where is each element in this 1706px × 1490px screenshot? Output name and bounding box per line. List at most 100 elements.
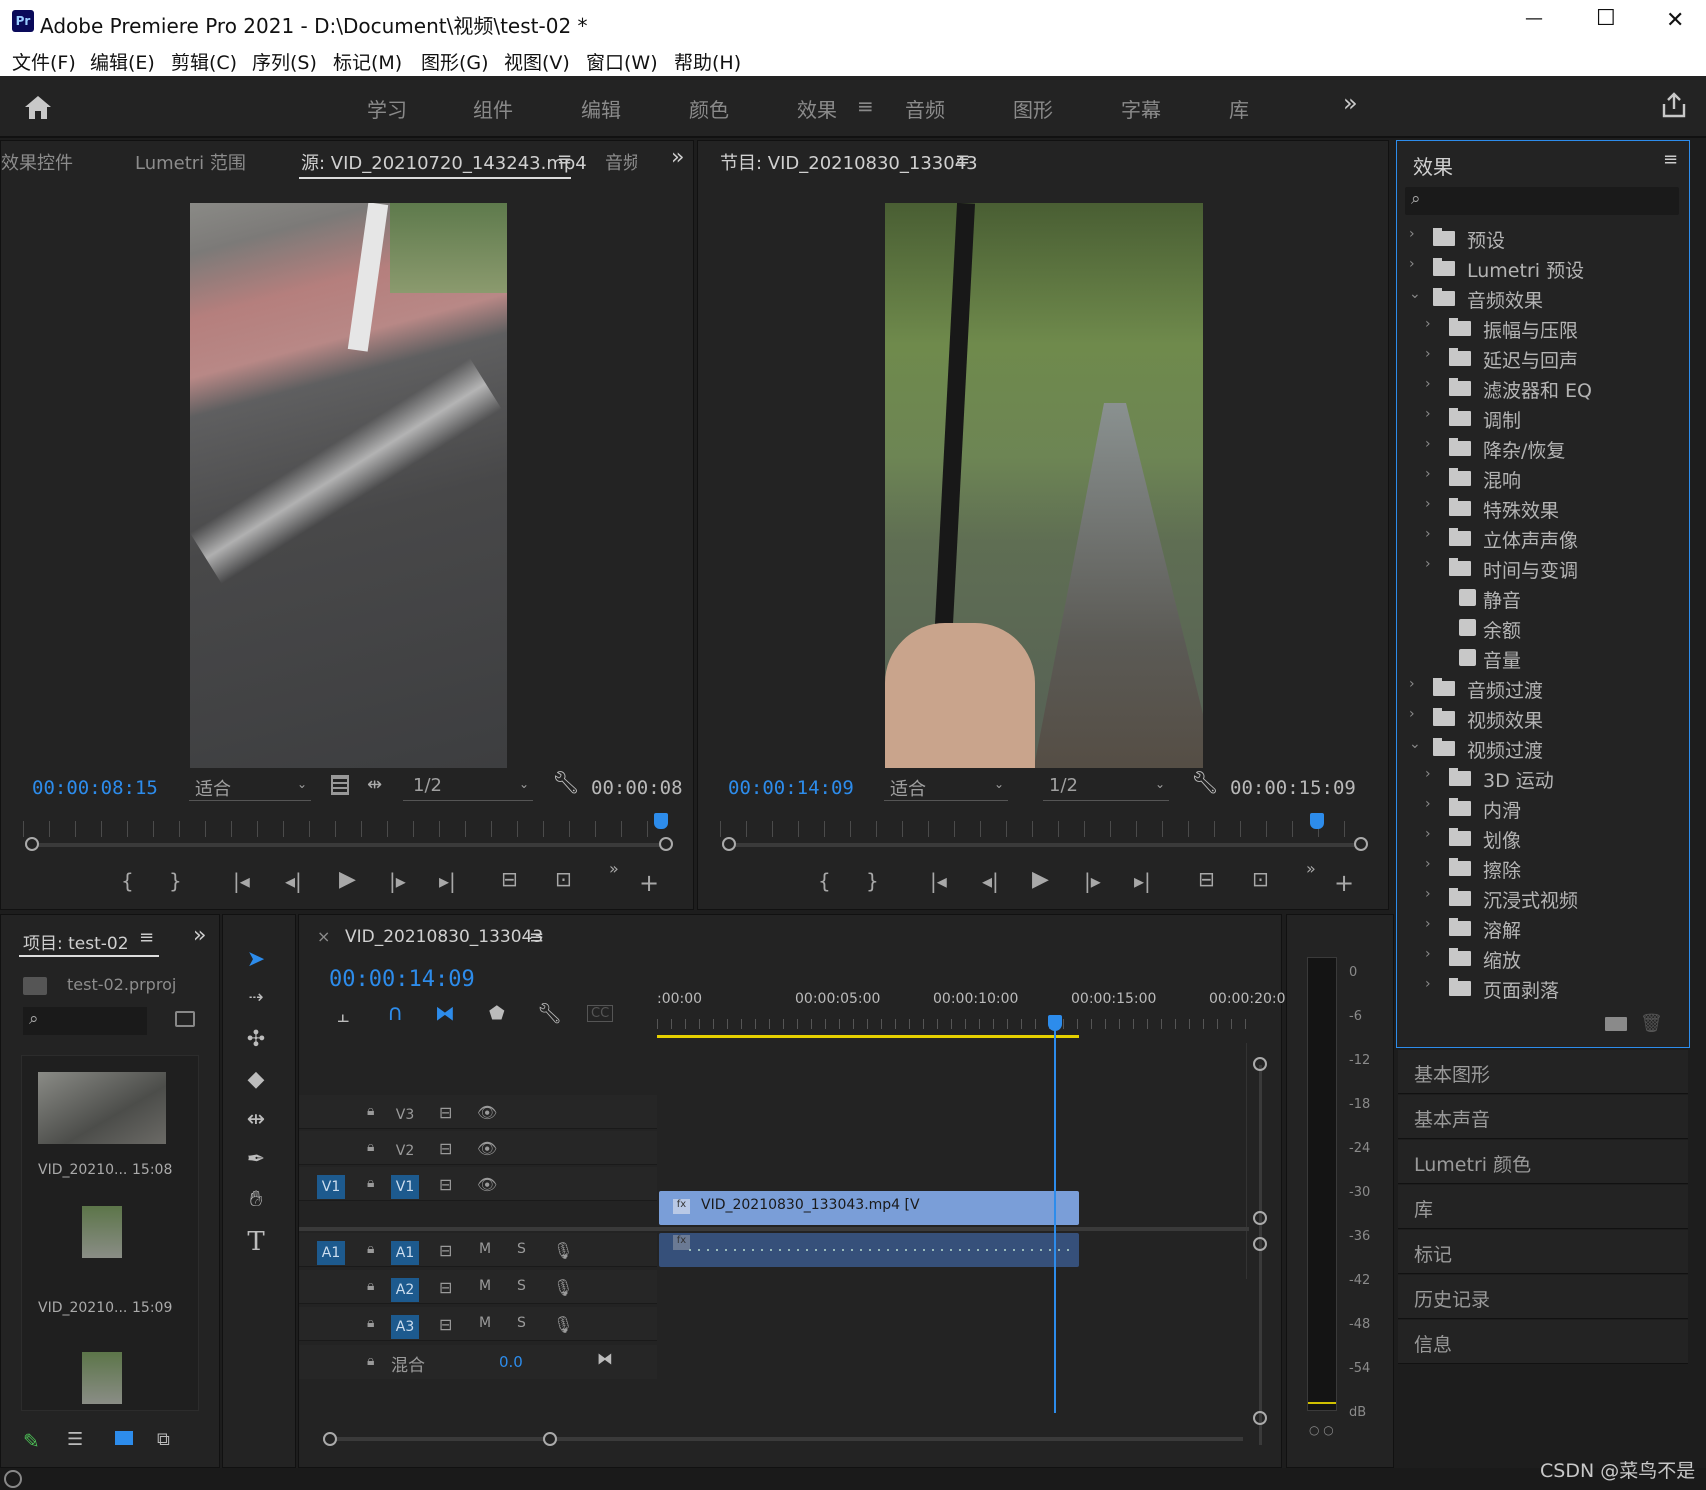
lock-icon[interactable]: 🔒︎ [367, 1278, 374, 1294]
effects-search-input[interactable]: ⌕ [1405, 187, 1679, 215]
workspace-menu-icon[interactable]: ≡ [857, 94, 874, 118]
menu-sequence[interactable]: 序列(S) [252, 48, 317, 75]
chevron-right-icon[interactable]: › [1425, 556, 1431, 572]
chevron-right-icon[interactable]: › [1425, 946, 1431, 962]
menu-file[interactable]: 文件(F) [12, 48, 76, 75]
source-tab-menu-icon[interactable]: ≡ [557, 149, 572, 170]
program-zoom-handle-left[interactable] [722, 837, 736, 851]
chevron-right-icon[interactable]: › [1425, 856, 1431, 872]
pencil-icon[interactable]: ✎ [23, 1429, 40, 1453]
chevron-right-icon[interactable]: › [1425, 526, 1431, 542]
chevron-right-icon[interactable]: › [1409, 676, 1415, 692]
source-zoom-handle-right[interactable] [659, 837, 673, 851]
chevron-right-icon[interactable]: › [1409, 256, 1415, 272]
workspace-audio[interactable]: 音频 [905, 94, 945, 123]
source-playhead[interactable] [654, 813, 668, 829]
project-title[interactable]: 项目: test-02 [23, 929, 129, 954]
effects-tree-item[interactable]: › 沉浸式视频 [1405, 883, 1685, 913]
linked-selection-icon[interactable]: ⧓ [435, 1001, 455, 1025]
sync-lock-icon[interactable]: ⊟ [439, 1175, 452, 1194]
workspace-editing[interactable]: 编辑 [581, 94, 621, 123]
effects-tree-item[interactable]: › 3D 运动 [1405, 763, 1685, 793]
project-search-input[interactable]: ⌕ [23, 1007, 147, 1035]
lock-icon[interactable]: 🔒︎ [367, 1241, 374, 1257]
effects-tree-item[interactable]: 余额 [1405, 613, 1685, 643]
mute-button[interactable]: M [479, 1315, 491, 1331]
workspace-color[interactable]: 颜色 [689, 94, 729, 123]
tab-lumetri-scopes[interactable]: Lumetri 范围 [135, 149, 246, 175]
sync-lock-icon[interactable]: ⊟ [439, 1315, 452, 1334]
mute-button[interactable]: M [479, 1278, 491, 1294]
lock-icon[interactable]: 🔒︎ [367, 1315, 374, 1331]
icon-view-icon[interactable] [115, 1431, 133, 1445]
captions-icon[interactable]: CC [587, 1005, 614, 1022]
more-workspaces-icon[interactable]: » [1343, 89, 1358, 117]
effects-tree-item[interactable]: › 调制 [1405, 403, 1685, 433]
chevron-right-icon[interactable]: › [1425, 346, 1431, 362]
track-target-a1[interactable]: A1 [391, 1241, 419, 1265]
sync-lock-icon[interactable]: ⊟ [439, 1241, 452, 1260]
chevron-right-icon[interactable]: › [1425, 406, 1431, 422]
timeline-close-icon[interactable]: × [317, 927, 330, 946]
track-select-tool-icon[interactable]: ⇢ [241, 987, 271, 1017]
project-more-icon[interactable]: » [193, 923, 206, 948]
workspace-learn[interactable]: 学习 [367, 94, 407, 123]
workspace-effects[interactable]: 效果 [797, 94, 837, 123]
effects-tree-item[interactable]: › 振幅与压限 [1405, 313, 1685, 343]
program-add-button-icon[interactable]: + [1334, 869, 1354, 897]
effects-tree-item[interactable]: › 页面剥落 [1405, 973, 1685, 1003]
source-more-icon[interactable]: » [671, 145, 684, 170]
toggle-output-eye-icon[interactable]: 👁︎ [477, 1175, 497, 1194]
tab-source[interactable]: 源: VID_20210720_143243.mp4 [301, 149, 587, 175]
minimize-button[interactable]: — [1525, 8, 1543, 29]
menu-window[interactable]: 窗口(W) [586, 48, 658, 75]
solo-button[interactable]: S [517, 1278, 526, 1294]
program-resolution-dropdown[interactable]: 1/2 ⌄ [1043, 775, 1169, 801]
type-tool-icon[interactable]: T [241, 1227, 271, 1257]
program-fit-dropdown[interactable]: 适合 ⌄ [884, 775, 1008, 801]
sync-lock-icon[interactable]: ⊟ [439, 1278, 452, 1297]
source-zoom-handle-left[interactable] [25, 837, 39, 851]
voice-over-mic-icon[interactable]: 🎙︎ [553, 1241, 573, 1260]
source-play-icon[interactable]: ▶ [339, 867, 356, 892]
chevron-right-icon[interactable]: › [1425, 886, 1431, 902]
ripple-edit-tool-icon[interactable]: ✣ [241, 1027, 271, 1057]
share-icon[interactable] [1661, 92, 1687, 122]
clip-thumbnail[interactable] [82, 1206, 122, 1258]
source-go-to-out-icon[interactable]: ▸| [439, 869, 456, 893]
home-icon[interactable] [24, 94, 52, 124]
source-insert-icon[interactable]: ⊟ [501, 867, 518, 891]
vscroll-handle[interactable] [1253, 1237, 1267, 1251]
chevron-right-icon[interactable]: › [1425, 466, 1431, 482]
source-go-to-in-icon[interactable]: |◂ [233, 869, 250, 893]
source-time-ruler[interactable] [23, 821, 669, 837]
program-more-buttons-icon[interactable]: » [1306, 859, 1316, 878]
vscroll-handle[interactable] [1253, 1211, 1267, 1225]
maximize-button[interactable]: ☐ [1596, 6, 1616, 31]
effects-tree-item[interactable]: ⌄ 音频效果 [1405, 283, 1685, 313]
effects-tree-item[interactable]: › 内滑 [1405, 793, 1685, 823]
program-mark-in-icon[interactable]: { [818, 869, 831, 893]
source-drag-video-icon[interactable] [331, 775, 349, 795]
razor-tool-icon[interactable]: ◆ [241, 1067, 271, 1097]
program-lift-icon[interactable]: ⊟ [1198, 867, 1215, 891]
program-play-icon[interactable]: ▶ [1032, 867, 1049, 892]
add-marker-icon[interactable]: ⬟ [489, 1003, 505, 1024]
side-panel-info[interactable]: 信息 [1398, 1320, 1688, 1364]
effects-menu-icon[interactable]: ≡ [1663, 149, 1678, 170]
project-menu-icon[interactable]: ≡ [139, 927, 154, 948]
menu-edit[interactable]: 编辑(E) [90, 48, 155, 75]
a1-audio-clip[interactable]: fx [659, 1233, 1079, 1267]
sync-lock-icon[interactable]: ⊟ [439, 1139, 452, 1158]
program-step-forward-icon[interactable]: |▸ [1084, 869, 1101, 893]
effects-tree-item[interactable]: › 划像 [1405, 823, 1685, 853]
voice-over-mic-icon[interactable]: 🎙︎ [553, 1315, 573, 1334]
source-zoom-bar[interactable] [25, 843, 665, 847]
mix-value[interactable]: 0.0 [499, 1353, 523, 1371]
side-panel-basic-graphics[interactable]: 基本图形 [1398, 1050, 1688, 1094]
timeline-title[interactable]: VID_20210830_133043 [345, 927, 543, 947]
chevron-right-icon[interactable]: › [1425, 496, 1431, 512]
program-zoom-handle-right[interactable] [1354, 837, 1368, 851]
effects-tree-item[interactable]: 静音 [1405, 583, 1685, 613]
v1-video-clip[interactable]: fx VID_20210830_133043.mp4 [V [659, 1191, 1079, 1225]
